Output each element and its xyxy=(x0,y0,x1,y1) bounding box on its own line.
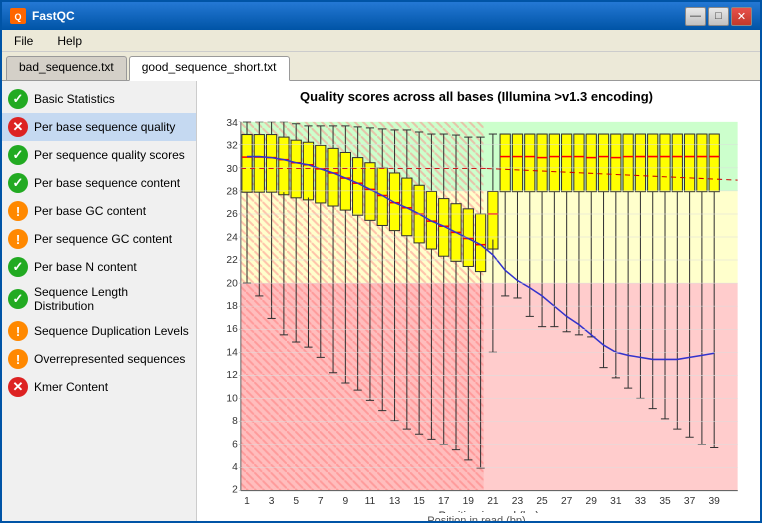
app-icon: Q xyxy=(10,8,26,24)
svg-text:21: 21 xyxy=(487,496,499,507)
sidebar-item-seq-length[interactable]: ✓ Sequence Length Distribution xyxy=(2,281,196,317)
minimize-button[interactable]: — xyxy=(685,7,706,26)
title-bar-left: Q FastQC xyxy=(10,8,75,24)
sidebar-label-seq-dup: Sequence Duplication Levels xyxy=(34,324,189,338)
status-icon-ok-4: ✓ xyxy=(8,289,28,309)
svg-text:12: 12 xyxy=(226,370,238,381)
svg-text:3: 3 xyxy=(269,496,275,507)
title-bar: Q FastQC — □ ✕ xyxy=(2,2,760,30)
close-button[interactable]: ✕ xyxy=(731,7,752,26)
svg-text:7: 7 xyxy=(318,496,324,507)
status-icon-ok-2: ✓ xyxy=(8,173,28,193)
sidebar-item-per-base-n[interactable]: ✓ Per base N content xyxy=(2,253,196,281)
svg-text:1: 1 xyxy=(244,496,250,507)
svg-text:5: 5 xyxy=(293,496,299,507)
x-axis-label: Position in read (bp) xyxy=(438,510,539,512)
sidebar-label-overrepresented: Overrepresented sequences xyxy=(34,352,185,366)
status-icon-warn-2: ! xyxy=(8,321,28,341)
quality-chart: 34 32 30 28 26 24 22 20 18 16 14 12 10 8 xyxy=(205,110,748,513)
svg-text:34: 34 xyxy=(226,118,238,129)
sidebar-item-per-sequence-gc[interactable]: ! Per sequence GC content xyxy=(2,225,196,253)
svg-text:16: 16 xyxy=(226,324,238,335)
sidebar-label-per-base-gc: Per base GC content xyxy=(34,204,146,218)
tab-bar: bad_sequence.txt good_sequence_short.txt xyxy=(2,52,760,80)
svg-text:28: 28 xyxy=(226,186,238,197)
tab-good-sequence[interactable]: good_sequence_short.txt xyxy=(129,56,290,81)
svg-text:19: 19 xyxy=(463,496,475,507)
sidebar-label-per-base-n: Per base N content xyxy=(34,260,137,274)
svg-text:27: 27 xyxy=(561,496,573,507)
svg-text:13: 13 xyxy=(389,496,401,507)
svg-text:39: 39 xyxy=(708,496,720,507)
svg-text:10: 10 xyxy=(226,393,238,404)
svg-text:33: 33 xyxy=(635,496,647,507)
svg-text:15: 15 xyxy=(413,496,425,507)
svg-text:29: 29 xyxy=(586,496,598,507)
svg-text:32: 32 xyxy=(226,140,238,151)
sidebar-item-per-base-gc[interactable]: ! Per base GC content xyxy=(2,197,196,225)
main-content: ✓ Basic Statistics ✕ Per base sequence q… xyxy=(2,80,760,521)
sidebar-label-per-sequence-gc: Per sequence GC content xyxy=(34,232,172,246)
sidebar-item-per-sequence-quality[interactable]: ✓ Per sequence quality scores xyxy=(2,141,196,169)
svg-text:2: 2 xyxy=(232,485,238,496)
svg-text:30: 30 xyxy=(226,164,238,175)
sidebar-label-seq-length: Sequence Length Distribution xyxy=(34,285,190,313)
menu-help[interactable]: Help xyxy=(49,32,90,50)
title-controls: — □ ✕ xyxy=(685,7,752,26)
sidebar-label-per-sequence-quality: Per sequence quality scores xyxy=(34,148,185,162)
svg-text:20: 20 xyxy=(226,279,238,290)
status-icon-fail-1: ✕ xyxy=(8,377,28,397)
sidebar-item-basic-statistics[interactable]: ✓ Basic Statistics xyxy=(2,85,196,113)
status-icon-warn-3: ! xyxy=(8,349,28,369)
sidebar-label-basic-statistics: Basic Statistics xyxy=(34,92,115,106)
sidebar-item-per-base-content[interactable]: ✓ Per base sequence content xyxy=(2,169,196,197)
sidebar-label-per-base-quality: Per base sequence quality xyxy=(34,120,175,134)
chart-container: 34 32 30 28 26 24 22 20 18 16 14 12 10 8 xyxy=(205,110,748,513)
status-icon-ok-3: ✓ xyxy=(8,257,28,277)
status-icon-ok-1: ✓ xyxy=(8,145,28,165)
svg-text:24: 24 xyxy=(226,233,238,244)
status-icon-fail-0: ✕ xyxy=(8,117,28,137)
menu-file[interactable]: File xyxy=(6,32,41,50)
svg-text:25: 25 xyxy=(536,496,548,507)
sidebar-item-kmer[interactable]: ✕ Kmer Content xyxy=(2,373,196,401)
svg-text:4: 4 xyxy=(232,462,238,473)
sidebar-item-per-base-quality[interactable]: ✕ Per base sequence quality xyxy=(2,113,196,141)
x-axis-label-text: Position in read (bp) xyxy=(427,515,525,521)
svg-text:31: 31 xyxy=(610,496,622,507)
sidebar-label-per-base-content: Per base sequence content xyxy=(34,176,180,190)
status-icon-warn-1: ! xyxy=(8,229,28,249)
sidebar: ✓ Basic Statistics ✕ Per base sequence q… xyxy=(2,81,197,521)
maximize-button[interactable]: □ xyxy=(708,7,729,26)
svg-text:18: 18 xyxy=(226,301,238,312)
svg-text:23: 23 xyxy=(512,496,524,507)
svg-text:17: 17 xyxy=(438,496,450,507)
sidebar-item-overrepresented[interactable]: ! Overrepresented sequences xyxy=(2,345,196,373)
svg-text:9: 9 xyxy=(343,496,349,507)
svg-text:Q: Q xyxy=(14,12,21,22)
status-icon-ok: ✓ xyxy=(8,89,28,109)
svg-text:22: 22 xyxy=(226,255,238,266)
sidebar-label-kmer: Kmer Content xyxy=(34,380,108,394)
svg-text:8: 8 xyxy=(232,416,238,427)
app-title: FastQC xyxy=(32,9,75,23)
svg-text:6: 6 xyxy=(232,440,238,451)
tab-bad-sequence[interactable]: bad_sequence.txt xyxy=(6,56,127,80)
main-window: Q FastQC — □ ✕ File Help bad_sequence.tx… xyxy=(0,0,762,523)
svg-text:37: 37 xyxy=(684,496,696,507)
status-icon-warn-0: ! xyxy=(8,201,28,221)
svg-text:26: 26 xyxy=(226,209,238,220)
svg-text:11: 11 xyxy=(365,496,376,507)
svg-text:14: 14 xyxy=(226,347,238,358)
menu-bar: File Help xyxy=(2,30,760,52)
sidebar-item-seq-dup[interactable]: ! Sequence Duplication Levels xyxy=(2,317,196,345)
svg-text:35: 35 xyxy=(659,496,671,507)
chart-title: Quality scores across all bases (Illumin… xyxy=(300,89,653,104)
chart-area: Quality scores across all bases (Illumin… xyxy=(197,81,760,521)
